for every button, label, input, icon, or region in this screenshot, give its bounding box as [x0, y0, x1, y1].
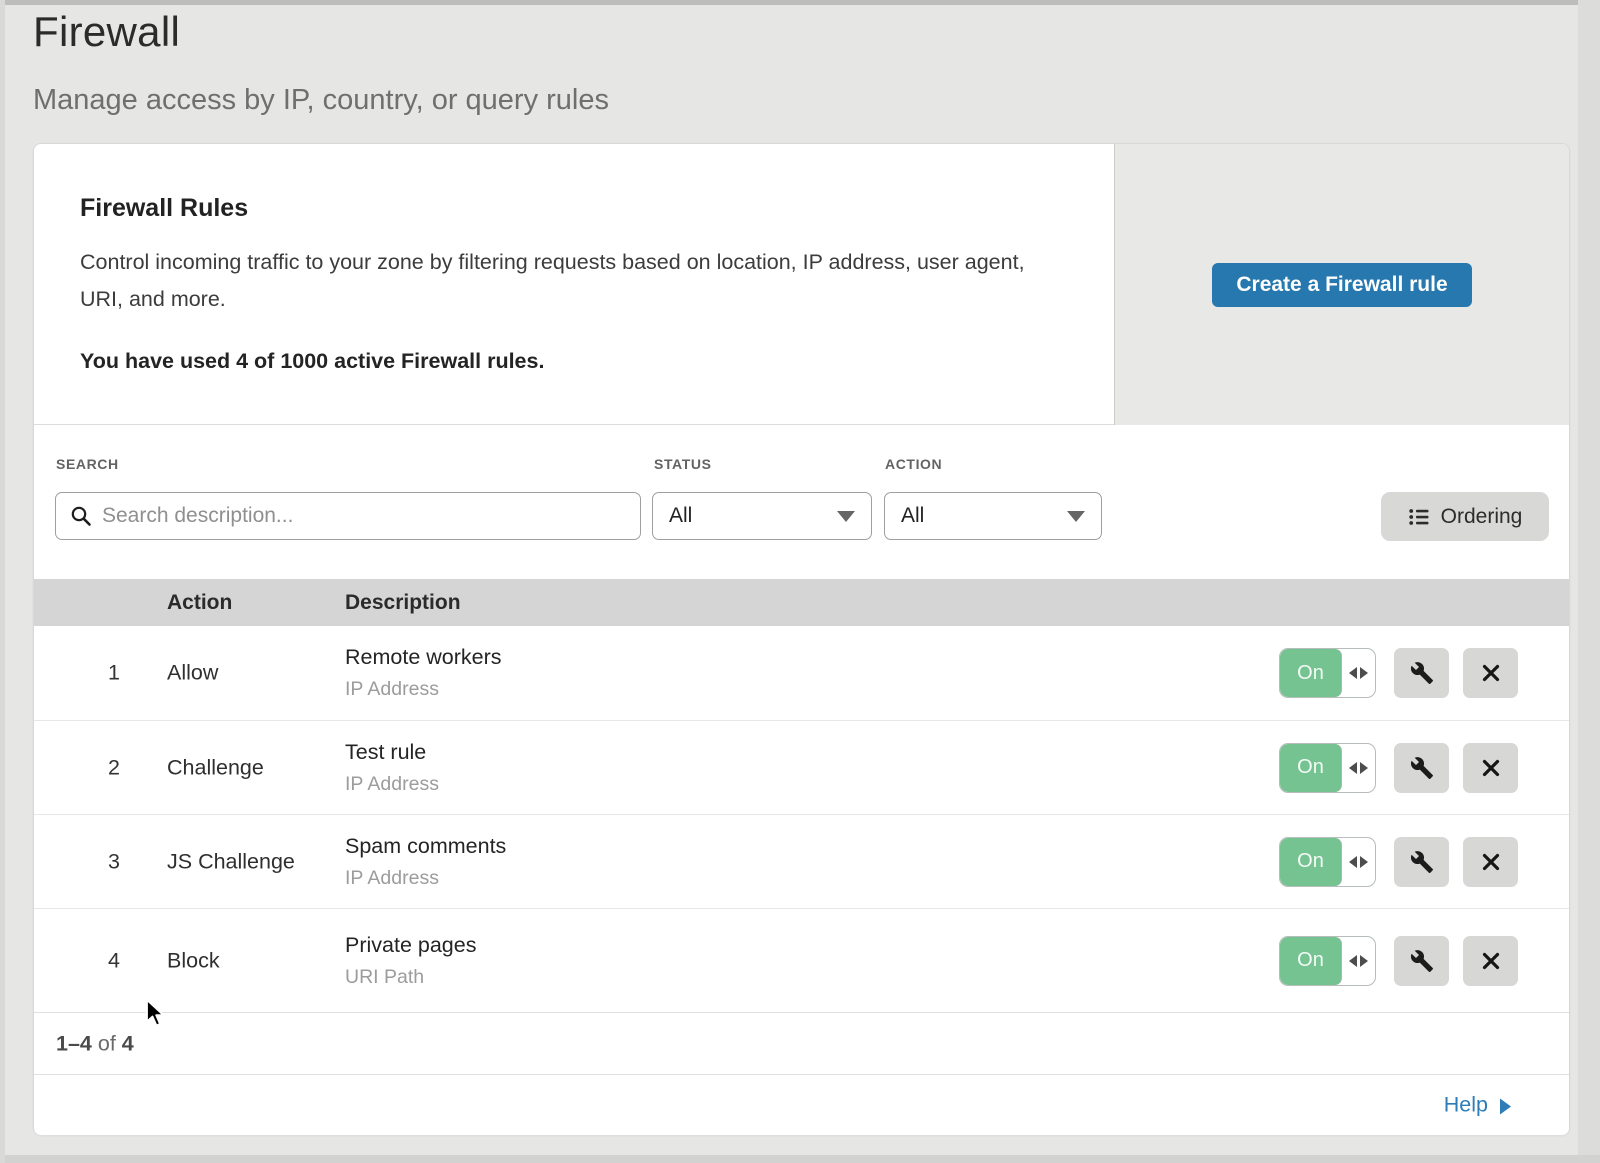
pagination-row: 1–4 of 4 [34, 1012, 1569, 1074]
page-subtitle: Manage access by IP, country, or query r… [33, 84, 609, 117]
table-row: 2 Challenge Test rule IP Address On [34, 720, 1569, 814]
page-title: Firewall [33, 8, 609, 56]
rules-heading: Firewall Rules [80, 194, 248, 223]
table-row: 4 Block Private pages URI Path On [34, 908, 1569, 1012]
x-icon [1481, 663, 1501, 683]
rule-description: Remote workers [345, 645, 502, 670]
rule-description: Test rule [345, 740, 439, 765]
rule-action: Challenge [167, 755, 264, 780]
rule-description-cell: Private pages URI Path [345, 933, 476, 989]
window-edge-right [1578, 0, 1600, 1163]
rule-match-type: IP Address [345, 678, 502, 701]
rule-match-type: IP Address [345, 867, 506, 890]
x-icon [1481, 758, 1501, 778]
filter-section: SEARCH STATUS ACTION All All [34, 426, 1569, 579]
status-select[interactable]: All [652, 492, 872, 540]
window-edge-bottom [0, 1155, 1600, 1163]
action-select-value: All [901, 504, 924, 528]
toggle-on-label: On [1280, 838, 1342, 886]
rule-enabled-toggle[interactable]: On [1279, 837, 1376, 887]
edit-rule-button[interactable] [1394, 837, 1449, 887]
delete-rule-button[interactable] [1463, 936, 1518, 986]
rule-priority: 2 [94, 755, 134, 780]
delete-rule-button[interactable] [1463, 837, 1518, 887]
search-box[interactable] [55, 492, 641, 540]
status-select-value: All [669, 504, 692, 528]
ordering-button-label: Ordering [1441, 505, 1523, 529]
toggle-on-label: On [1280, 649, 1342, 697]
search-label: SEARCH [56, 456, 119, 472]
rules-intro-section: Firewall Rules Control incoming traffic … [34, 144, 1569, 425]
left-right-arrows-icon [1342, 744, 1375, 792]
rule-action: JS Challenge [167, 849, 295, 874]
delete-rule-button[interactable] [1463, 743, 1518, 793]
ordering-button[interactable]: Ordering [1381, 492, 1549, 541]
rule-description: Spam comments [345, 834, 506, 859]
toggle-on-label: On [1280, 744, 1342, 792]
rule-match-type: URI Path [345, 966, 476, 989]
column-header-action: Action [167, 579, 232, 626]
left-right-arrows-icon [1342, 937, 1375, 985]
wrench-icon [1410, 949, 1434, 973]
rule-enabled-toggle[interactable]: On [1279, 936, 1376, 986]
rule-description: Private pages [345, 933, 476, 958]
search-icon [70, 505, 92, 527]
left-right-arrows-icon [1342, 649, 1375, 697]
pagination-total: 4 [122, 1031, 134, 1055]
rule-match-type: IP Address [345, 773, 439, 796]
action-select[interactable]: All [884, 492, 1102, 540]
rule-priority: 3 [94, 849, 134, 874]
table-row: 3 JS Challenge Spam comments IP Address … [34, 814, 1569, 908]
window-edge-top [0, 0, 1600, 5]
help-link[interactable]: Help [1444, 1093, 1511, 1118]
arrow-right-icon [1500, 1098, 1511, 1114]
help-row: Help [34, 1074, 1569, 1135]
edit-rule-button[interactable] [1394, 648, 1449, 698]
search-input[interactable] [102, 504, 626, 528]
x-icon [1481, 951, 1501, 971]
table-row: 1 Allow Remote workers IP Address On [34, 626, 1569, 720]
window-edge-left [0, 0, 5, 1163]
left-right-arrows-icon [1342, 838, 1375, 886]
action-label: ACTION [885, 456, 942, 472]
rule-priority: 4 [94, 948, 134, 973]
wrench-icon [1410, 756, 1434, 780]
edit-rule-button[interactable] [1394, 936, 1449, 986]
column-header-description: Description [345, 579, 461, 626]
x-icon [1481, 852, 1501, 872]
help-link-label: Help [1444, 1093, 1488, 1118]
rule-action: Block [167, 948, 220, 973]
rule-description-cell: Spam comments IP Address [345, 834, 506, 890]
toggle-on-label: On [1280, 937, 1342, 985]
rule-description-cell: Test rule IP Address [345, 740, 439, 796]
rule-enabled-toggle[interactable]: On [1279, 743, 1376, 793]
chevron-down-icon [837, 511, 855, 522]
create-rule-panel: Create a Firewall rule [1114, 144, 1569, 425]
chevron-down-icon [1067, 511, 1085, 522]
firewall-rules-card: Firewall Rules Control incoming traffic … [33, 143, 1570, 1135]
pagination-of: of [98, 1031, 116, 1055]
rules-usage-count: You have used 4 of 1000 active Firewall … [80, 349, 544, 374]
table-header: Action Description [34, 579, 1569, 626]
rule-description-cell: Remote workers IP Address [345, 645, 502, 701]
wrench-icon [1410, 850, 1434, 874]
rule-priority: 1 [94, 661, 134, 686]
rule-enabled-toggle[interactable]: On [1279, 648, 1376, 698]
ordered-list-icon [1408, 506, 1430, 528]
status-label: STATUS [654, 456, 712, 472]
edit-rule-button[interactable] [1394, 743, 1449, 793]
rule-action: Allow [167, 661, 218, 686]
delete-rule-button[interactable] [1463, 648, 1518, 698]
page-header: Firewall Manage access by IP, country, o… [33, 8, 609, 117]
pagination-range: 1–4 [56, 1031, 92, 1055]
wrench-icon [1410, 661, 1434, 685]
rules-description: Control incoming traffic to your zone by… [80, 244, 1030, 318]
pagination-text: 1–4 of 4 [56, 1031, 134, 1056]
create-firewall-rule-button[interactable]: Create a Firewall rule [1212, 263, 1471, 307]
